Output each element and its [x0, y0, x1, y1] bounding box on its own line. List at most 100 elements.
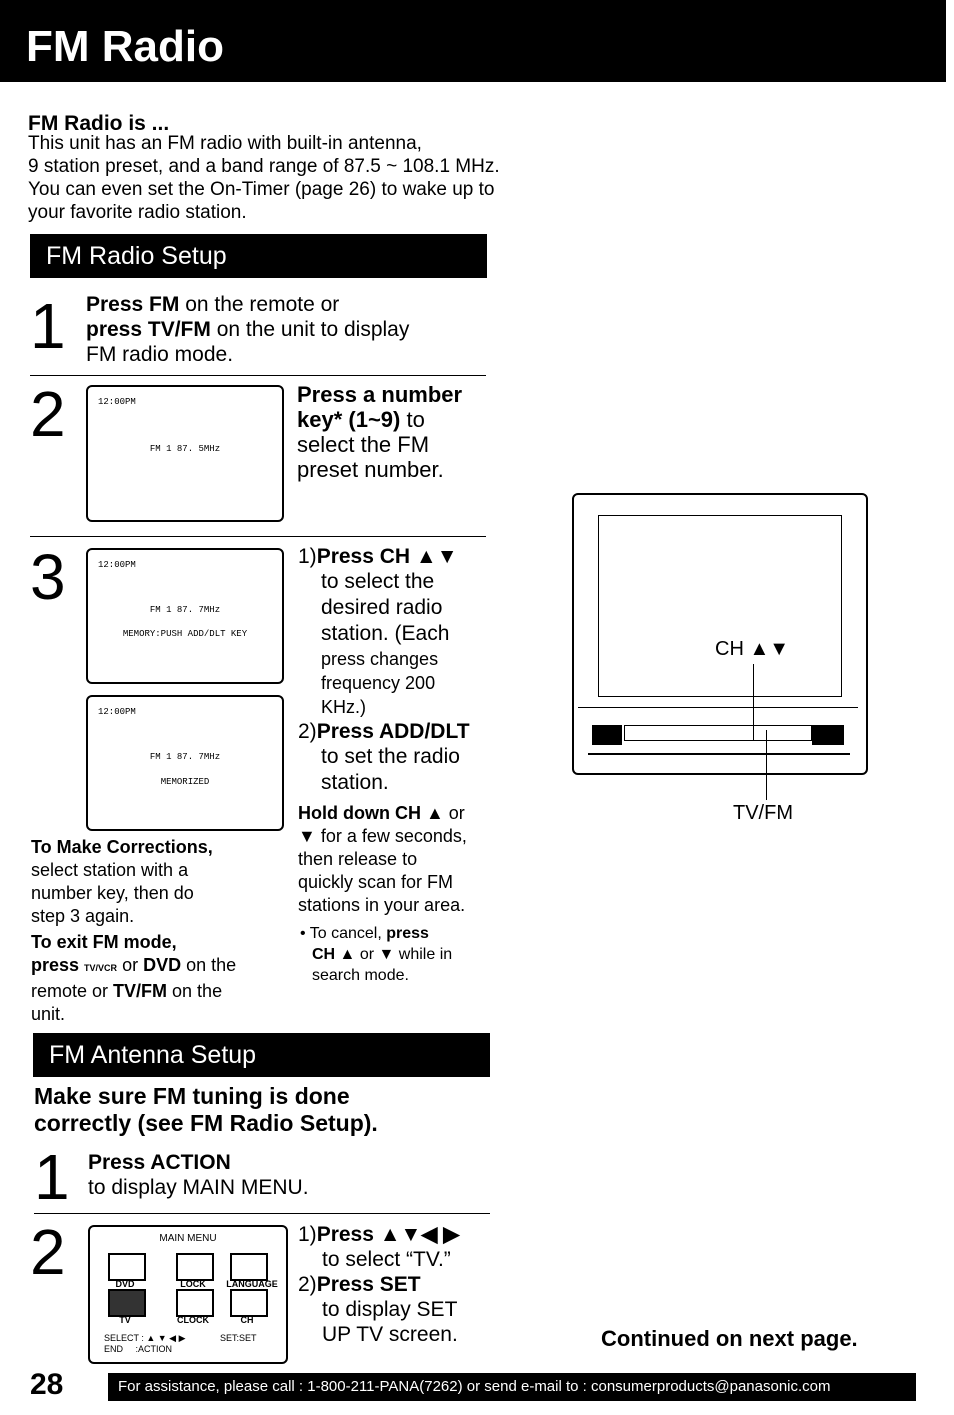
- callout-line: [766, 730, 767, 800]
- bold: Press ADD/DLT: [316, 720, 470, 743]
- section-header-fm-antenna-setup: FM Antenna Setup: [33, 1033, 490, 1077]
- tv-screen-display: 12:00PM FM 1 87. 7MHz MEMORY:PUSH ADD/DL…: [86, 548, 284, 684]
- text: stations in your area.: [298, 895, 466, 915]
- text: unit.: [31, 1004, 66, 1024]
- menu-item-dvd: DVD: [115, 1279, 135, 1289]
- screen-time: 12:00PM: [98, 397, 136, 407]
- menu-item-lock: LOCK: [180, 1279, 206, 1289]
- tv-vcr-key-label: TV/VCR: [84, 963, 118, 973]
- tv-screen-display: 12:00PM FM 1 87. 5MHz: [86, 385, 284, 522]
- intro-text: This unit has an FM radio with built-in …: [28, 132, 500, 224]
- lock-icon: [176, 1253, 214, 1281]
- text: Make sure FM tuning is done: [34, 1083, 350, 1109]
- text: or: [443, 803, 465, 823]
- text: desired radio: [321, 596, 443, 619]
- menu-item-language: LANGUAGE: [226, 1279, 278, 1289]
- item-number: 2): [298, 720, 317, 743]
- corrections-note: To Make Corrections, select station with…: [31, 836, 213, 928]
- intro-line: You can even set the On-Timer (page 26) …: [28, 179, 495, 200]
- text: to display MAIN MENU.: [88, 1176, 309, 1199]
- text: or ▼ while in: [355, 946, 453, 963]
- callout-line: [753, 664, 754, 740]
- item-number: 1): [298, 545, 317, 568]
- text: press changes: [321, 649, 439, 669]
- screen-frequency: FM 1 87. 7MHz: [149, 752, 221, 762]
- text: correctly (see FM Radio Setup).: [34, 1110, 378, 1136]
- section-title: FM Antenna Setup: [49, 1041, 257, 1069]
- step2-text: Press a number key* (1~9) to select the …: [297, 382, 462, 482]
- menu-set-hint: SET:SET: [220, 1333, 257, 1343]
- divider: [578, 707, 858, 708]
- dvd-tray: [624, 725, 812, 741]
- divider: [30, 536, 486, 537]
- screen-time: 12:00PM: [98, 707, 136, 717]
- step-number: 1: [34, 1141, 70, 1213]
- tv-icon: [108, 1289, 146, 1317]
- bold: TV/FM: [113, 981, 168, 1001]
- step-number: 2: [30, 1216, 66, 1288]
- text: to set the radio: [321, 745, 460, 768]
- bold: Press ACTION: [88, 1151, 231, 1174]
- text: to select the: [321, 570, 435, 593]
- bold: To exit FM mode,: [31, 932, 177, 952]
- footer-text: For assistance, please call : 1-800-211-…: [118, 1378, 831, 1395]
- divider: [34, 1213, 490, 1214]
- menu-end-hint: END :ACTION: [104, 1344, 173, 1354]
- text: on the: [167, 981, 223, 1001]
- intro-line: your favorite radio station.: [28, 202, 247, 223]
- text: KHz.): [321, 697, 366, 717]
- step-number: 2: [30, 378, 66, 450]
- step1-text: Press FM on the remote or press TV/FM on…: [86, 292, 409, 367]
- step3-instructions: 1)Press CH ▲▼ to select the desired radi…: [298, 544, 498, 986]
- screen-message: MEMORY:PUSH ADD/DLT KEY: [122, 629, 248, 639]
- text: search mode.: [312, 967, 409, 984]
- tv-illustration: [572, 493, 868, 775]
- section-title: FM Radio Setup: [46, 242, 227, 270]
- divider: [30, 375, 486, 376]
- menu-item-clock: CLOCK: [177, 1315, 209, 1325]
- text: then release to: [298, 849, 418, 869]
- antenna-heading: Make sure FM tuning is done correctly (s…: [34, 1083, 378, 1137]
- antenna-step2-text: 1)Press ▲▼◀ ▶ to select “TV.” 2)Press SE…: [298, 1222, 459, 1347]
- speaker: [592, 725, 622, 745]
- page-number: 28: [30, 1368, 64, 1401]
- text: station. (Each: [321, 622, 450, 645]
- bold: Press ▲▼◀ ▶: [316, 1223, 460, 1246]
- continued-note: Continued on next page.: [601, 1326, 858, 1351]
- screen-frequency: FM 1 87. 7MHz: [149, 605, 221, 615]
- control-panel: [588, 753, 850, 755]
- text: to: [400, 407, 425, 432]
- main-menu-screen: MAIN MENU DVD LOCK LANGUAGE TV CLOCK CH …: [88, 1225, 288, 1364]
- language-icon: [230, 1253, 268, 1281]
- tvfm-button-label: TV/FM: [733, 802, 793, 824]
- bold: CH ▲: [312, 946, 356, 963]
- text: on the remote or: [179, 293, 340, 316]
- tv-screen: [598, 515, 842, 697]
- text: FM radio mode.: [86, 343, 234, 366]
- text: select station with a: [31, 860, 189, 880]
- ch-button-label: CH ▲▼: [715, 638, 790, 660]
- bold: To Make Corrections,: [31, 837, 213, 857]
- menu-item-tv: TV: [119, 1315, 131, 1325]
- text: • To cancel,: [300, 925, 387, 942]
- speaker: [812, 725, 844, 745]
- text: select the FM: [297, 432, 430, 457]
- section-header-fm-radio-setup: FM Radio Setup: [30, 234, 487, 278]
- bold: Press SET: [316, 1273, 421, 1296]
- page-title: FM Radio: [26, 22, 224, 71]
- menu-select-hint: SELECT : ▲ ▼ ◀ ▶: [104, 1333, 186, 1343]
- screen-message: MEMORIZED: [160, 777, 210, 787]
- text: ▼ for a few seconds,: [298, 826, 467, 846]
- intro-line: 9 station preset, and a band range of 87…: [28, 156, 500, 177]
- clock-icon: [176, 1289, 214, 1317]
- ch-icon: [230, 1289, 268, 1317]
- item-number: 2): [298, 1273, 317, 1296]
- manual-page: FM Radio FM Radio is ... This unit has a…: [0, 0, 954, 1415]
- bold: key* (1~9): [297, 407, 401, 432]
- text: quickly scan for FM: [298, 872, 454, 892]
- text: on the unit to display: [210, 318, 410, 341]
- text: frequency 200: [321, 673, 436, 693]
- item-number: 1): [298, 1223, 317, 1246]
- text: on the: [181, 955, 237, 975]
- bold: press: [386, 925, 429, 942]
